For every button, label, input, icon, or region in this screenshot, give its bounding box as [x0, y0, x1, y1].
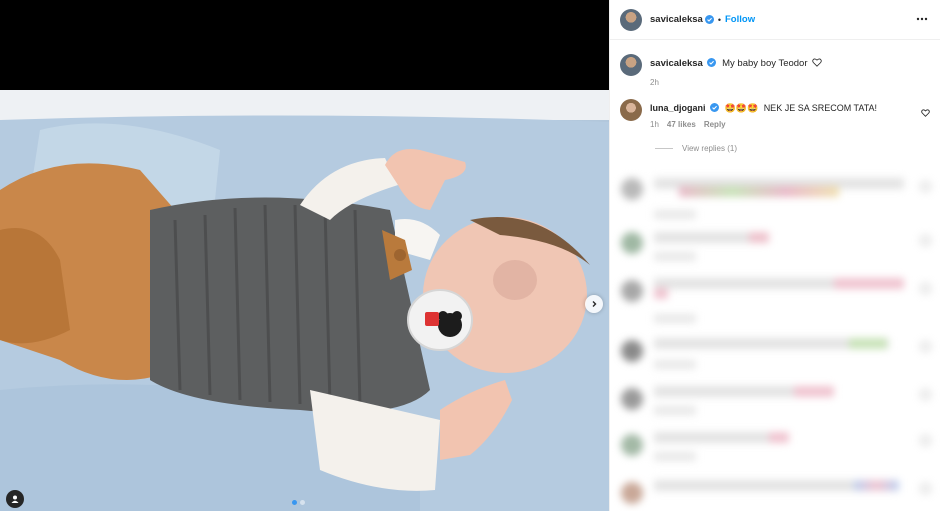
- carousel-dot: [300, 500, 305, 505]
- carousel-dot-active: [292, 500, 297, 505]
- caption-text: My baby boy Teodor: [722, 58, 808, 69]
- post-media: [0, 0, 609, 511]
- avatar[interactable]: [620, 54, 642, 76]
- verified-badge-icon: [710, 103, 720, 112]
- comment: luna_djogani 🤩🤩🤩 NEK JE SA SRECOM TATA! …: [610, 87, 940, 129]
- reply-button[interactable]: Reply: [704, 120, 726, 129]
- comment-timestamp: 1h: [650, 120, 659, 129]
- follow-button[interactable]: Follow: [725, 14, 755, 25]
- comment-username[interactable]: luna_djogani: [650, 103, 706, 113]
- caption-username[interactable]: savicaleksa: [650, 58, 703, 69]
- next-image-button[interactable]: [585, 295, 603, 313]
- blurred-comments: [609, 168, 940, 511]
- divider: [655, 148, 673, 149]
- comment-text: NEK JE SA SRECOM TATA!: [763, 103, 878, 113]
- post-caption: savicaleksa My baby boy Teodor 2h: [610, 40, 940, 87]
- post-header: savicaleksa • Follow: [610, 0, 940, 40]
- user-tag-icon: [11, 495, 19, 503]
- comment-likes[interactable]: 47 likes: [667, 120, 696, 129]
- post-photo[interactable]: [0, 90, 609, 511]
- like-comment-icon[interactable]: [921, 109, 930, 117]
- separator: •: [717, 14, 721, 25]
- verified-badge-icon: [707, 58, 717, 67]
- more-options-icon[interactable]: [916, 13, 928, 25]
- user-tags-button[interactable]: [6, 490, 24, 508]
- view-replies-button[interactable]: View replies (1): [655, 144, 940, 153]
- post-author-username[interactable]: savicaleksa: [650, 14, 703, 25]
- chevron-right-icon: [592, 301, 597, 307]
- comment-emojis: 🤩🤩🤩: [724, 103, 759, 113]
- avatar[interactable]: [620, 99, 642, 121]
- heart-icon: [812, 58, 822, 67]
- verified-badge-icon: [704, 15, 714, 24]
- caption-timestamp: 2h: [650, 78, 659, 87]
- avatar[interactable]: [620, 8, 642, 31]
- view-replies-label: View replies (1): [682, 144, 737, 153]
- carousel-indicator: [292, 500, 305, 505]
- baby-photo: [0, 90, 609, 511]
